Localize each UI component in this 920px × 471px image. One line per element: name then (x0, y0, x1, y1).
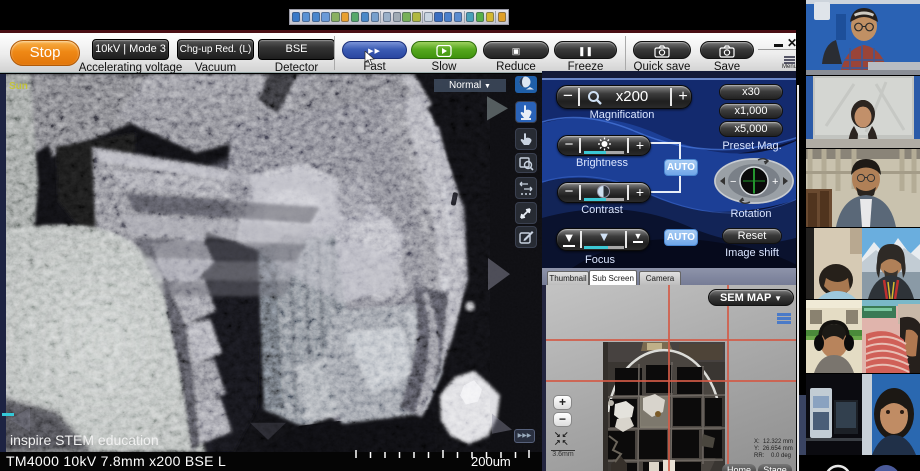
svg-text:−: − (730, 176, 736, 188)
svg-text:+: + (772, 176, 778, 188)
